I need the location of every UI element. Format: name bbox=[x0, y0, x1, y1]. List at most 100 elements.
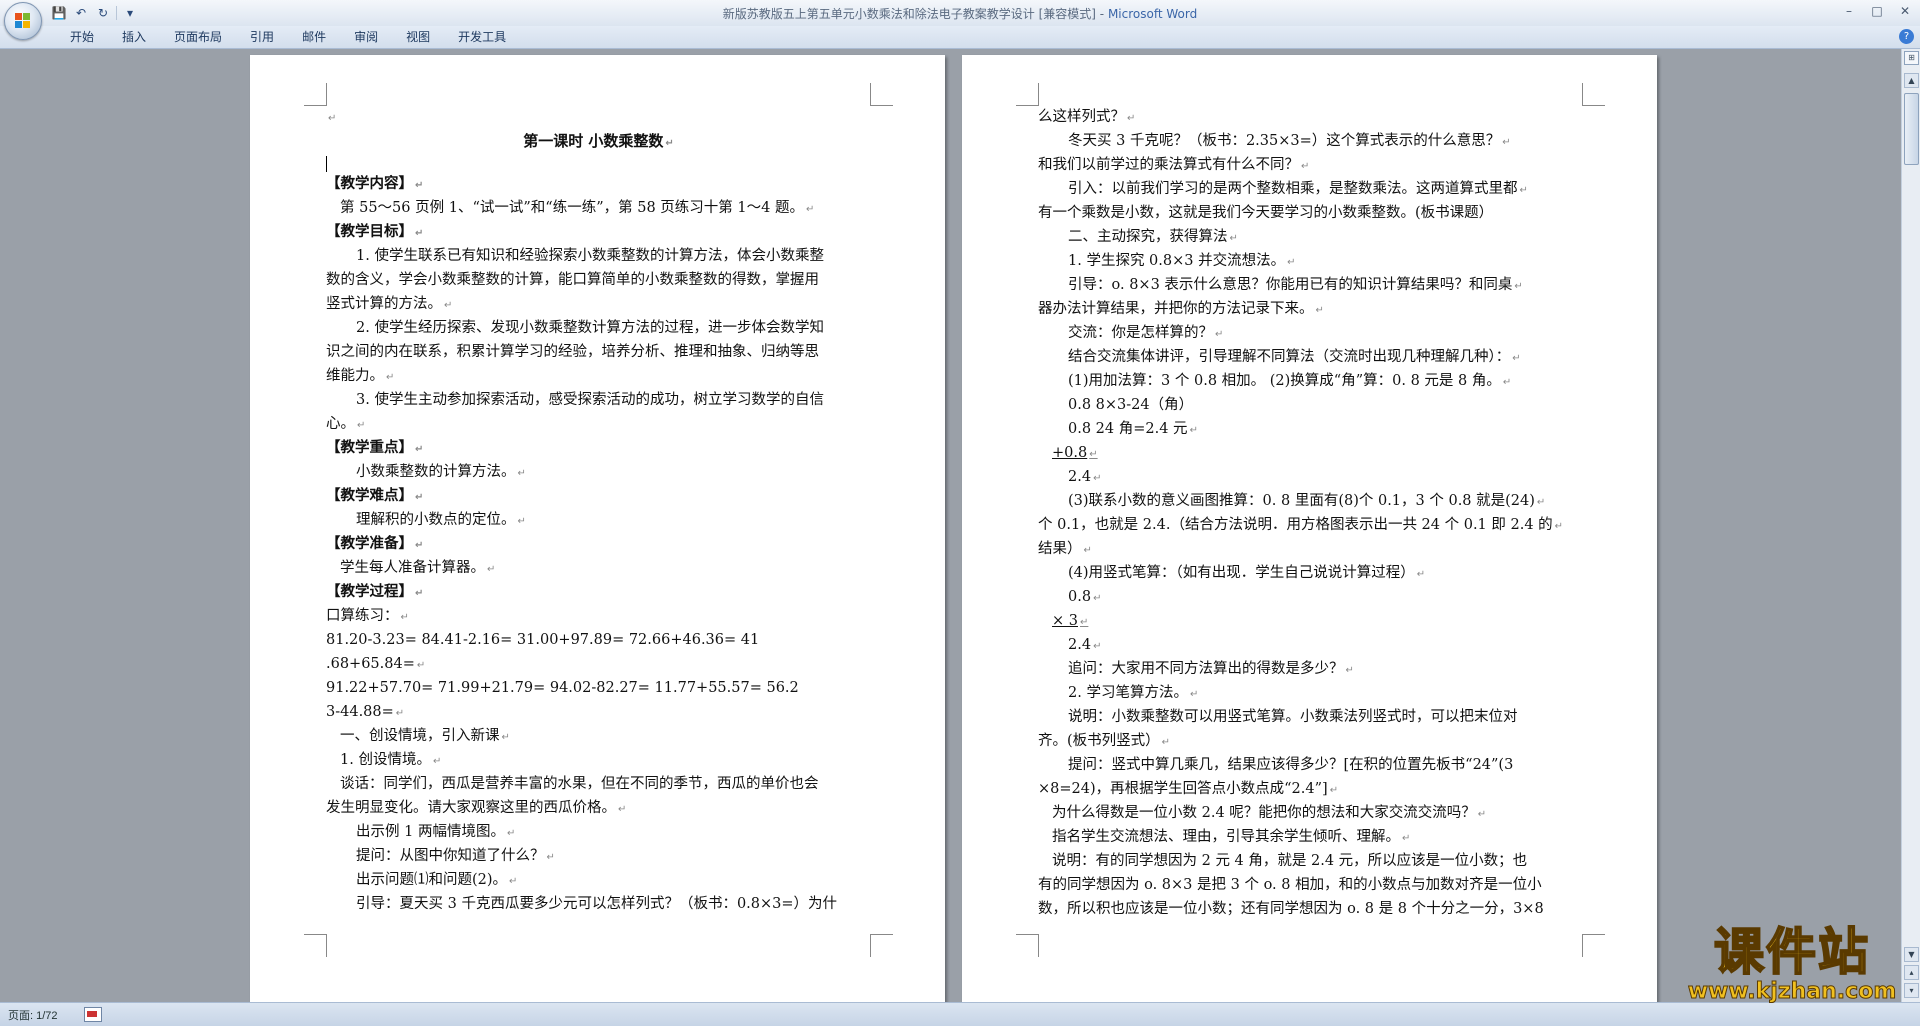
document-line[interactable]: ↵ bbox=[326, 105, 871, 129]
line-text: 齐。(板书列竖式） bbox=[1038, 733, 1160, 749]
document-page-left[interactable]: ↵ 第一课时 小数乘整数 ↵ 【教学内容】 ↵ 第 55～56 页例 1、“试一试”和“练… bbox=[250, 55, 945, 1002]
document-line[interactable]: 2. 学习笔算方法。 ↵ bbox=[1038, 681, 1583, 705]
tab-review[interactable]: 审阅 bbox=[340, 29, 392, 45]
page-count[interactable]: 页面: 1/72 bbox=[8, 1007, 58, 1023]
scrollbar-thumb[interactable] bbox=[1904, 93, 1919, 165]
document-line[interactable]: 一、创设情境，引入新课 ↵ bbox=[326, 724, 871, 748]
document-line[interactable]: 说明：小数乘整数可以用竖式笔算。小数乘法列竖式时，可以把末位对 bbox=[1038, 705, 1583, 729]
paragraph-mark-icon: ↵ bbox=[1189, 689, 1199, 700]
document-line[interactable]: 【教学目标】 ↵ bbox=[326, 220, 871, 244]
document-line[interactable] bbox=[326, 155, 327, 172]
line-text: 【教学重点】 bbox=[326, 439, 413, 456]
document-line[interactable]: 结果） ↵ bbox=[1038, 537, 1583, 561]
document-line[interactable]: 【教学难点】 ↵ bbox=[326, 484, 871, 508]
document-line[interactable]: 齐。(板书列竖式） ↵ bbox=[1038, 729, 1583, 753]
document-line[interactable]: 2. 使学生经历探索、发现小数乘整数计算方法的过程，进一步体会数学知 bbox=[326, 316, 871, 340]
document-line[interactable]: 第 55～56 页例 1、“试一试”和“练一练”，第 58 页练习十第 1～4 … bbox=[326, 196, 871, 220]
document-line[interactable]: 口算练习： ↵ bbox=[326, 604, 871, 628]
line-text: (3)联系小数的意义画图推算：0. 8 里面有(8)个 0.1，3 个 0.8 … bbox=[1068, 493, 1535, 509]
document-line[interactable]: 第一课时 小数乘整数 ↵ bbox=[326, 129, 871, 153]
document-line[interactable]: 3. 使学生主动参加探索活动，感受探索活动的成功，树立学习数学的自信 bbox=[326, 388, 871, 412]
document-line[interactable]: 出示问题⑴和问题(2)。 ↵ bbox=[326, 868, 871, 892]
document-line[interactable]: 小数乘整数的计算方法。 ↵ bbox=[326, 460, 871, 484]
paragraph-mark-icon: ↵ bbox=[1536, 497, 1546, 508]
tab-page-layout[interactable]: 页面布局 bbox=[160, 29, 236, 45]
document-line[interactable]: 二、主动探究，获得算法 ↵ bbox=[1038, 225, 1583, 249]
document-line[interactable]: 和我们以前学过的乘法算式有什么不同？ ↵ bbox=[1038, 153, 1583, 177]
document-line[interactable]: 1. 创设情境。 ↵ bbox=[326, 748, 871, 772]
document-line[interactable]: 追问：大家用不同方法算出的得数是多少？ ↵ bbox=[1038, 657, 1583, 681]
office-button[interactable] bbox=[4, 2, 42, 40]
document-line[interactable]: 个 0.1，也就是 2.4.（结合方法说明．用方格图表示出一共 24 个 0.1… bbox=[1038, 513, 1583, 537]
document-page-right[interactable]: 么这样列式？ ↵ 冬天买 3 千克呢？（板书：2.35×3=）这个算式表示的什么意思… bbox=[962, 55, 1657, 1002]
maximize-button[interactable]: □ bbox=[1866, 2, 1888, 20]
document-line[interactable]: 识之间的内在联系，积累计算学习的经验，培养分析、推理和抽象、归纳等思 bbox=[326, 340, 871, 364]
document-line[interactable]: 为什么得数是一位小数 2.4 呢？能把你的想法和大家交流交流吗？ ↵ bbox=[1038, 801, 1583, 825]
ruler-toggle-icon[interactable]: ⊞ bbox=[1904, 51, 1919, 65]
document-line[interactable]: 0.8 24 角=2.4 元 ↵ bbox=[1038, 417, 1583, 441]
document-line[interactable]: 0.8 8×3-24（角） bbox=[1038, 393, 1583, 417]
document-line[interactable]: 引入：以前我们学习的是两个整数相乘，是整数乘法。这两道算式里都 ↵ bbox=[1038, 177, 1583, 201]
document-line[interactable]: +0.8 ↵ bbox=[1038, 441, 1583, 465]
document-line[interactable]: 【教学过程】 ↵ bbox=[326, 580, 871, 604]
document-line[interactable]: (4)用竖式笔算：（如有出现．学生自己说说计算过程） ↵ bbox=[1038, 561, 1583, 585]
document-line[interactable]: 【教学重点】 ↵ bbox=[326, 436, 871, 460]
document-line[interactable]: 引导：o. 8×3 表示什么意思？你能用已有的知识计算结果吗？和同桌 ↵ bbox=[1038, 273, 1583, 297]
document-line[interactable]: 1. 使学生联系已有知识和经验探索小数乘整数的计算方法，体会小数乘整 bbox=[326, 244, 871, 268]
tab-references[interactable]: 引用 bbox=[236, 29, 288, 45]
proofing-status-icon[interactable] bbox=[84, 1007, 102, 1022]
document-line[interactable]: 出示例 1 两幅情境图。 ↵ bbox=[326, 820, 871, 844]
minimize-button[interactable]: – bbox=[1838, 2, 1860, 20]
document-line[interactable]: ×8=24)，再根据学生回答点小数点成“2.4”] ↵ bbox=[1038, 777, 1583, 801]
document-line[interactable]: × 3 ↵ bbox=[1038, 609, 1583, 633]
document-line[interactable]: 3-44.88= ↵ bbox=[326, 700, 871, 724]
document-line[interactable]: 心。 ↵ bbox=[326, 412, 871, 436]
tab-developer[interactable]: 开发工具 bbox=[444, 29, 520, 45]
document-line[interactable]: 交流：你是怎样算的？ ↵ bbox=[1038, 321, 1583, 345]
document-line[interactable]: 学生每人准备计算器。 ↵ bbox=[326, 556, 871, 580]
document-line[interactable]: 提问：竖式中算几乘几，结果应该得多少？[在积的位置先板书“24”(3 bbox=[1038, 753, 1583, 777]
tab-insert[interactable]: 插入 bbox=[108, 29, 160, 45]
document-line[interactable]: 提问：从图中你知道了什么？ ↵ bbox=[326, 844, 871, 868]
tab-home[interactable]: 开始 bbox=[56, 29, 108, 45]
document-line[interactable]: 1. 学生探究 0.8×3 并交流想法。 ↵ bbox=[1038, 249, 1583, 273]
document-line[interactable]: .68+65.84= ↵ bbox=[326, 652, 871, 676]
document-line[interactable]: 91.22+57.70= 71.99+21.79= 94.02-82.27= 1… bbox=[326, 676, 871, 700]
document-line[interactable]: 2.4 ↵ bbox=[1038, 633, 1583, 657]
document-line[interactable]: 么这样列式？ ↵ bbox=[1038, 105, 1583, 129]
document-line[interactable]: 器办法计算结果，并把你的方法记录下来。 ↵ bbox=[1038, 297, 1583, 321]
document-line[interactable]: (1)用加法算：3 个 0.8 相加。 (2)换算成“角”算：0. 8 元是 8… bbox=[1038, 369, 1583, 393]
document-line[interactable]: 有的同学想因为 o. 8×3 是把 3 个 o. 8 相加，和的小数点与加数对齐… bbox=[1038, 873, 1583, 897]
document-line[interactable]: 【教学准备】 ↵ bbox=[326, 532, 871, 556]
page-text-left[interactable]: ↵ 第一课时 小数乘整数 ↵ 【教学内容】 ↵ 第 55～56 页例 1、“试一试”和“练… bbox=[326, 105, 871, 916]
document-line[interactable]: 发生明显变化。请大家观察这里的西瓜价格。 ↵ bbox=[326, 796, 871, 820]
page-text-right[interactable]: 么这样列式？ ↵ 冬天买 3 千克呢？（板书：2.35×3=）这个算式表示的什么意思… bbox=[1038, 105, 1583, 921]
document-line[interactable]: 理解积的小数点的定位。 ↵ bbox=[326, 508, 871, 532]
document-line[interactable]: 指名学生交流想法、理由，引导其余学生倾听、理解。 ↵ bbox=[1038, 825, 1583, 849]
tab-mailings[interactable]: 邮件 bbox=[288, 29, 340, 45]
document-line[interactable]: 谈话：同学们，西瓜是营养丰富的水果，但在不同的季节，西瓜的单价也会 bbox=[326, 772, 871, 796]
tab-view[interactable]: 视图 bbox=[392, 29, 444, 45]
document-line[interactable]: 数，所以积也应该是一位小数；还有同学想因为 o. 8 是 8 个十分之一分，3×… bbox=[1038, 897, 1583, 921]
document-line[interactable]: 竖式计算的方法。 ↵ bbox=[326, 292, 871, 316]
document-line[interactable]: 有一个乘数是小数，这就是我们今天要学习的小数乘整数。(板书课题） bbox=[1038, 201, 1583, 225]
document-line[interactable]: 0.8 ↵ bbox=[1038, 585, 1583, 609]
line-text: 竖式计算的方法。 bbox=[326, 296, 442, 312]
document-line[interactable]: 维能力。 ↵ bbox=[326, 364, 871, 388]
scroll-up-icon[interactable]: ▲ bbox=[1904, 73, 1919, 88]
document-line[interactable]: 81.20-3.23= 84.41-2.16= 31.00+97.89= 72.… bbox=[326, 628, 871, 652]
help-icon[interactable]: ? bbox=[1899, 29, 1914, 44]
ribbon-tabs-bar: 开始 插入 页面布局 引用 邮件 审阅 视图 开发工具 ? bbox=[0, 26, 1920, 49]
document-line[interactable]: 说明：有的同学想因为 2 元 4 角，就是 2.4 元，所以应该是一位小数；也 bbox=[1038, 849, 1583, 873]
document-area[interactable]: ↵ 第一课时 小数乘整数 ↵ 【教学内容】 ↵ 第 55～56 页例 1、“试一试”和“练… bbox=[0, 49, 1902, 1002]
document-line[interactable]: 引导：夏天买 3 千克西瓜要多少元可以怎样列式？（板书：0.8×3=）为什 bbox=[326, 892, 871, 916]
vertical-scrollbar[interactable]: ⊞ ▲ ▼ ▴ ▾ bbox=[1901, 49, 1920, 1002]
line-text: 交流：你是怎样算的？ bbox=[1068, 325, 1213, 341]
document-line[interactable]: 结合交流集体讲评，引导理解不同算法（交流时出现几种理解几种）： ↵ bbox=[1038, 345, 1583, 369]
document-line[interactable]: 【教学内容】 ↵ bbox=[326, 172, 871, 196]
close-button[interactable]: ✕ bbox=[1894, 2, 1916, 20]
document-line[interactable]: 2.4 ↵ bbox=[1038, 465, 1583, 489]
document-line[interactable]: 冬天买 3 千克呢？（板书：2.35×3=）这个算式表示的什么意思？ ↵ bbox=[1038, 129, 1583, 153]
document-line[interactable]: (3)联系小数的意义画图推算：0. 8 里面有(8)个 0.1，3 个 0.8 … bbox=[1038, 489, 1583, 513]
document-line[interactable]: 数的含义，学会小数乘整数的计算，能口算简单的小数乘整数的得数，掌握用 bbox=[326, 268, 871, 292]
